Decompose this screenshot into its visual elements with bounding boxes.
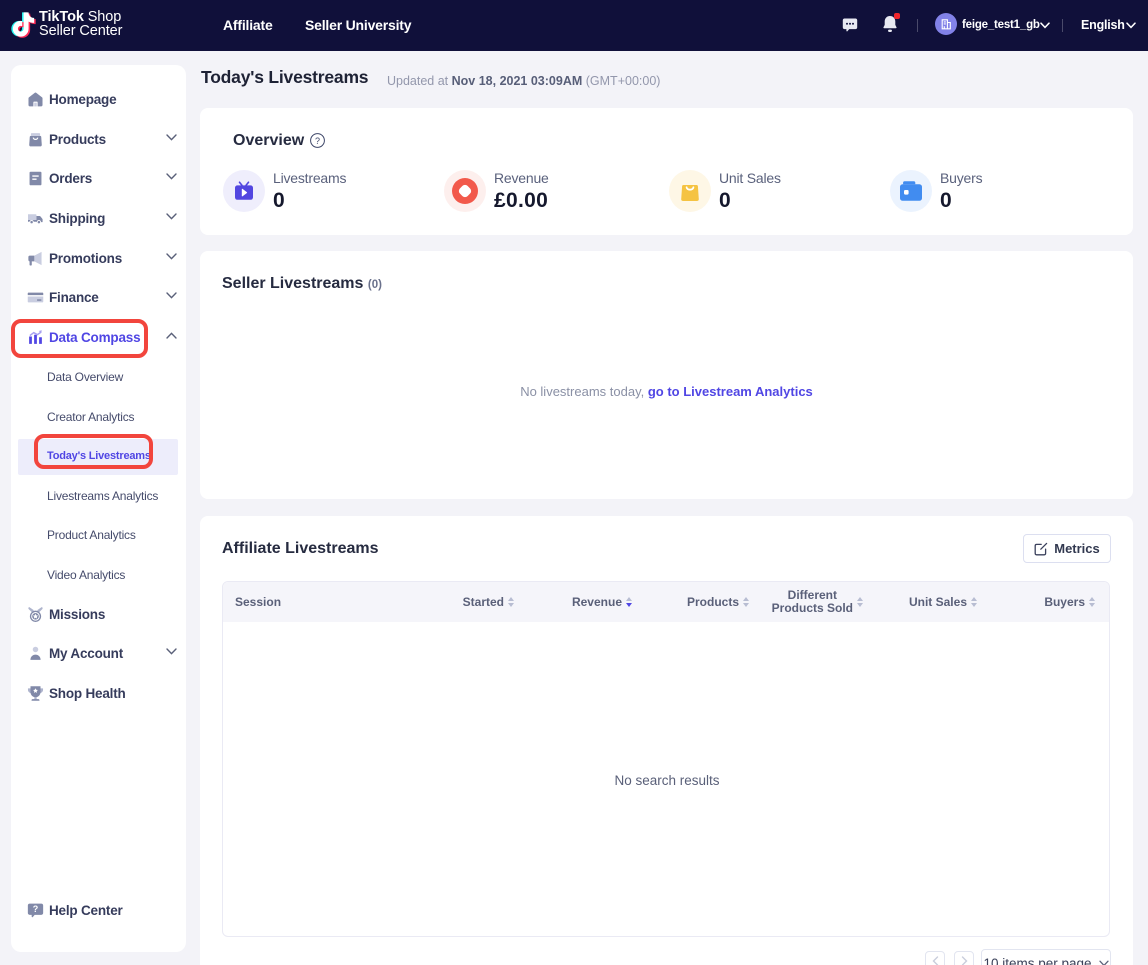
svg-text:?: ? (315, 136, 320, 146)
svg-text:?: ? (33, 904, 39, 914)
